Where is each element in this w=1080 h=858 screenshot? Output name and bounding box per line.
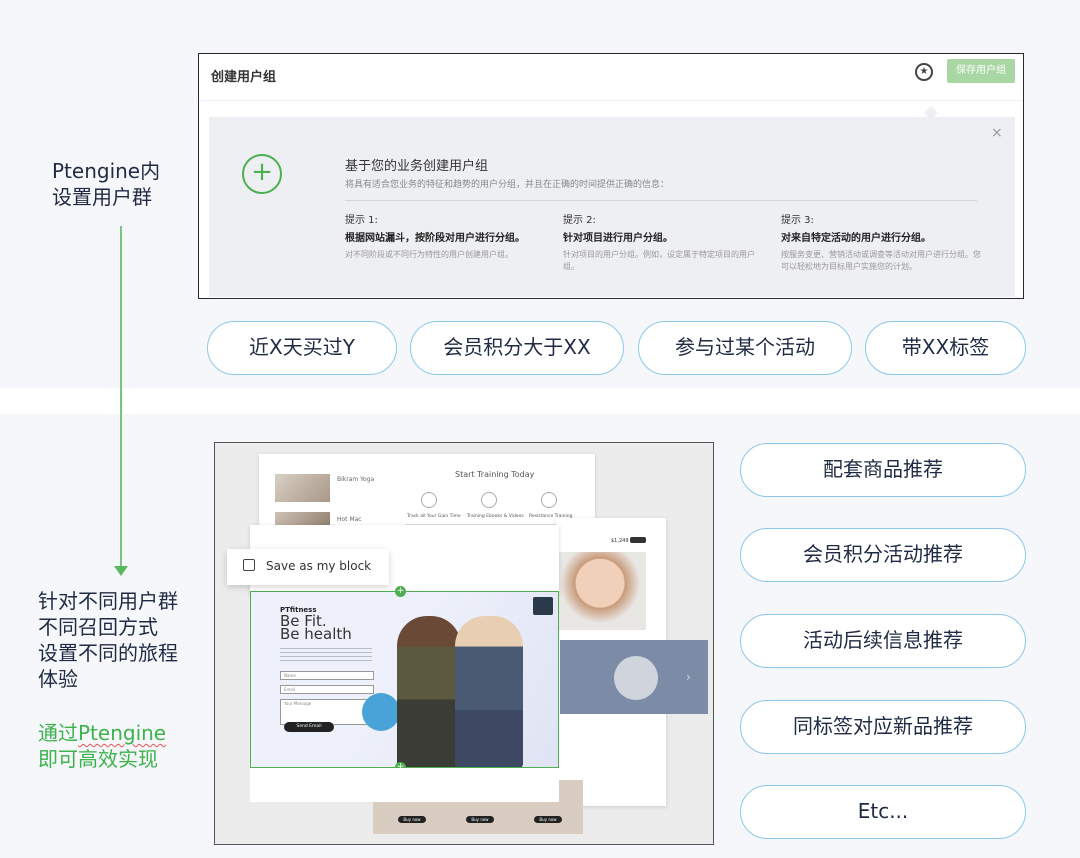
panel-header: 创建用户组 ★ 保存用户组 (199, 54, 1023, 101)
body-text (280, 645, 372, 663)
left-desc-line1: 针对不同用户群 (38, 589, 178, 613)
left-desc-line4: 体验 (38, 667, 78, 691)
panel-title: 创建用户组 (211, 70, 277, 85)
expand-icon (541, 492, 557, 508)
recommendation-pill[interactable]: 会员积分活动推荐 (740, 528, 1026, 582)
save-user-group-button[interactable]: 保存用户组 (947, 59, 1015, 83)
tips-heading: 基于您的业务创建用户组 (345, 159, 489, 174)
recommendation-pill[interactable]: 同标签对应新品推荐 (740, 700, 1026, 754)
tip-label: 提示 2: (563, 215, 596, 226)
hot-label: Hot Mac (337, 516, 362, 523)
send-email-button[interactable]: Send Email (284, 722, 334, 732)
add-top-handle[interactable]: + (395, 586, 406, 597)
save-as-block-menu[interactable]: Save as my block (227, 549, 389, 585)
left-highlight: 通过Ptengine 即可高效实现 (38, 720, 166, 772)
left-desc-line2: 不同召回方式 (38, 615, 158, 639)
training-item: Training Ebooks & Videos (467, 514, 524, 519)
yoga-image (275, 512, 330, 526)
tip-1: 提示 1: 根据网站漏斗，按阶段对用户进行分组。 对不同阶段或不同行为特性的用户… (345, 211, 545, 261)
section-divider (0, 388, 1080, 414)
buy-button[interactable]: Buy now (398, 816, 426, 823)
yoga-label: Bikram Yoga (337, 476, 375, 483)
left-green-line2: 即可高效实现 (38, 747, 158, 771)
save-as-block-label: Save as my block (266, 559, 372, 573)
star-icon[interactable]: ★ (915, 63, 933, 81)
tip-label: 提示 1: (345, 215, 378, 226)
chevron-right-icon[interactable]: › (686, 670, 691, 684)
price-tag (630, 537, 646, 543)
tip-text: 对不同阶段或不同行为特性的用户创建用户组。 (345, 250, 513, 259)
tip-title: 根据网站漏斗，按阶段对用户进行分组。 (345, 233, 525, 244)
create-user-group-panel: 创建用户组 ★ 保存用户组 × + 基于您的业务创建用户组 将具有适合您业务的特… (198, 53, 1024, 299)
product-price: $1,249 (611, 538, 629, 544)
segment-pill[interactable]: 带XX标签 (865, 321, 1026, 375)
headline-2: Be health (280, 625, 352, 643)
segment-pill[interactable]: 近X天买过Y (207, 321, 397, 375)
slider-photo (614, 656, 658, 700)
segment-pill[interactable]: 会员积分大于XX (410, 321, 624, 375)
tip-3: 提示 3: 对来自特定活动的用户进行分组。 按服务变更、营销活动或调查等活动对用… (781, 211, 981, 273)
flow-line (120, 226, 122, 572)
name-field[interactable]: Name (280, 671, 374, 680)
yoga-image (275, 474, 330, 502)
tip-text: 针对项目的用户分组。例如，设定属于特定项目的用户组。 (563, 250, 755, 271)
tip-text: 按服务变更、营销活动或调查等活动对用户进行分组。您可以轻松地为目标用户实施您的计… (781, 250, 981, 271)
clock-icon (421, 492, 437, 508)
segment-pill[interactable]: 参与过某个活动 (638, 321, 852, 375)
tip-2: 提示 2: 针对项目进行用户分组。 针对项目的用户分组。例如，设定属于特定项目的… (563, 211, 763, 273)
tip-title: 针对项目进行用户分组。 (563, 233, 673, 244)
plus-circle-icon: + (242, 154, 282, 194)
recommendation-pill[interactable]: 活动后续信息推荐 (740, 614, 1026, 668)
left-title: Ptengine内 设置用户群 (52, 158, 160, 210)
tips-divider (345, 200, 977, 201)
recommendation-pill[interactable]: Etc... (740, 785, 1026, 839)
buy-button[interactable]: Buy now (534, 816, 562, 823)
layout-icon[interactable] (533, 597, 553, 615)
tip-title: 对来自特定活动的用户进行分组。 (781, 233, 931, 244)
video-icon (481, 492, 497, 508)
left-green-pre: 通过 (38, 721, 78, 745)
selected-block[interactable]: PTfitness Be Fit. Be health Name Email Y… (250, 591, 559, 768)
training-title: Start Training Today (455, 470, 535, 479)
left-green-brand: Ptengine (78, 721, 167, 745)
email-field[interactable]: Email (280, 685, 374, 694)
training-item: Track all Your Gain Time (407, 514, 461, 519)
recommendation-pill[interactable]: 配套商品推荐 (740, 443, 1026, 497)
close-icon[interactable]: × (991, 125, 1003, 141)
buy-button[interactable]: Buy now (466, 816, 494, 823)
tip-label: 提示 3: (781, 215, 814, 226)
exercise-ball (362, 693, 400, 731)
left-title-line2: 设置用户群 (52, 185, 152, 209)
arrow-down-icon (114, 566, 128, 576)
tips-subheading: 将具有适合您业务的特征和趋势的用户分组，并且在正确的时间提供正确的信息： (345, 180, 670, 190)
left-description: 针对不同用户群 不同召回方式 设置不同的旅程 体验 (38, 588, 178, 692)
headphones-photo (544, 552, 646, 630)
athlete-photo (455, 616, 523, 767)
save-block-icon (243, 559, 255, 571)
tips-box: × + 基于您的业务创建用户组 将具有适合您业务的特征和趋势的用户分组，并且在正… (209, 117, 1015, 297)
left-title-line1: Ptengine内 (52, 159, 161, 183)
left-desc-line3: 设置不同的旅程 (38, 641, 178, 665)
block-footer (250, 768, 559, 802)
athlete-photo (397, 616, 461, 767)
